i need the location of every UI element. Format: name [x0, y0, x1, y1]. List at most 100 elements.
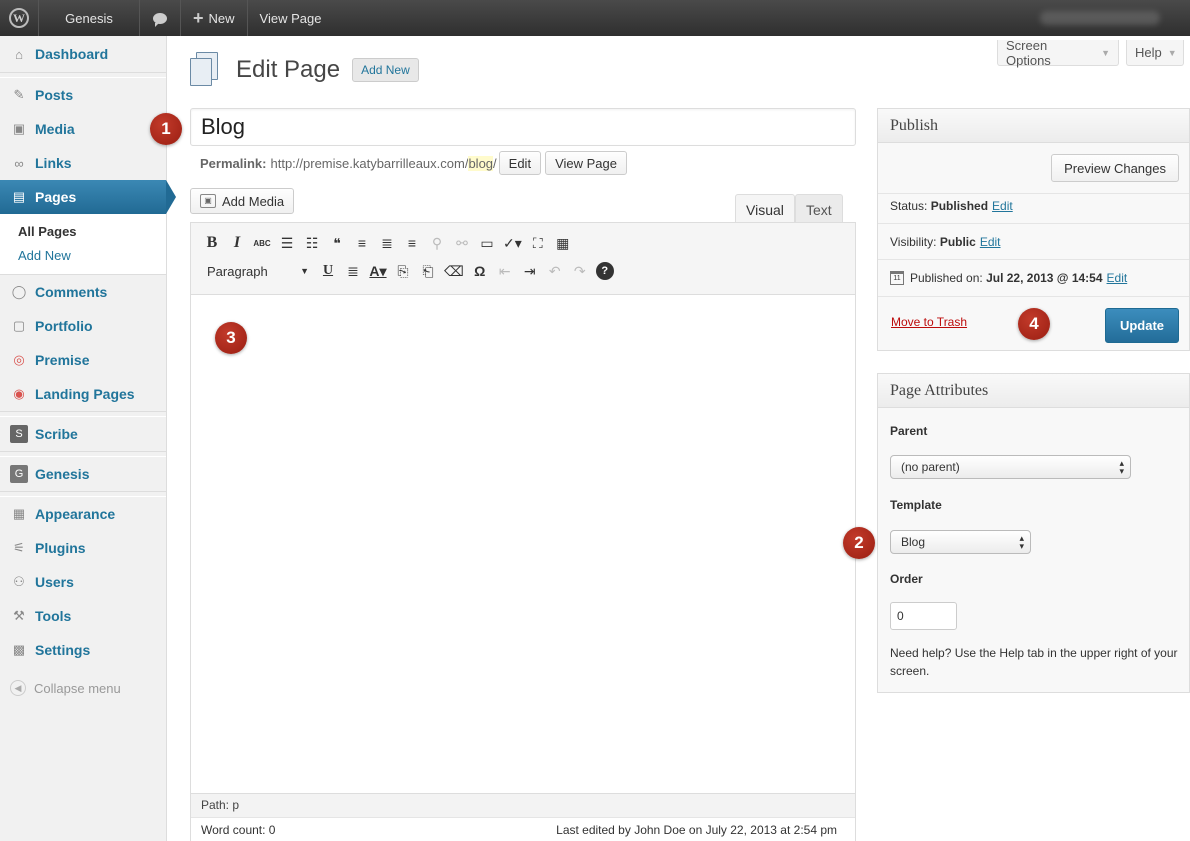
text-color-icon[interactable]: A▾ — [369, 260, 387, 282]
add-new-button[interactable]: Add New — [352, 58, 419, 82]
tab-text[interactable]: Text — [795, 194, 843, 224]
word-count: Word count: 0 — [201, 822, 276, 837]
comment-bubble-icon — [153, 12, 167, 27]
bullet-list-icon[interactable]: ☰ — [278, 232, 296, 254]
special-character-icon[interactable]: Ω — [471, 260, 489, 282]
fullscreen-icon[interactable]: ⛶ — [529, 232, 547, 254]
edit-status-link[interactable]: Edit — [992, 199, 1013, 213]
menu-plugins[interactable]: ⚟ Plugins — [0, 531, 166, 565]
premise-icon: ◎ — [13, 352, 25, 367]
strikethrough-icon[interactable]: ABC — [253, 232, 271, 254]
edit-permalink-button[interactable]: Edit — [498, 151, 542, 175]
calendar-icon: 11 — [890, 271, 904, 285]
paste-word-icon[interactable]: ⎗ — [419, 260, 437, 282]
permalink-slug[interactable]: blog — [468, 155, 494, 171]
menu-pages[interactable]: ▤ Pages — [0, 180, 176, 214]
submenu-all-pages[interactable]: All Pages — [18, 220, 166, 244]
site-name-link[interactable]: Genesis — [39, 0, 139, 36]
align-right-icon[interactable]: ≡ — [403, 232, 421, 254]
menu-premise[interactable]: ◎ Premise — [0, 343, 166, 377]
underline-icon[interactable]: U — [319, 260, 337, 282]
order-input[interactable]: 0 — [890, 602, 957, 630]
bold-icon[interactable]: B — [203, 232, 221, 254]
menu-settings[interactable]: ▩ Settings — [0, 633, 166, 667]
kitchen-sink-icon[interactable]: ▦ — [554, 232, 572, 254]
unlink-icon[interactable]: ⚯ — [453, 232, 471, 254]
publish-box-title[interactable]: Publish — [878, 109, 1189, 143]
menu-landing-pages[interactable]: ◉ Landing Pages — [0, 377, 166, 411]
template-select[interactable]: Blog ▴ ▾ — [890, 530, 1031, 554]
appearance-icon: ▦ — [12, 506, 26, 521]
menu-portfolio[interactable]: ▢ Portfolio — [0, 309, 166, 343]
view-page-button[interactable]: View Page — [545, 151, 627, 175]
editor-path: Path: p — [191, 793, 855, 817]
align-center-icon[interactable]: ≣ — [378, 232, 396, 254]
comments-link[interactable] — [140, 0, 180, 36]
home-icon: ⌂ — [15, 46, 23, 62]
blockquote-icon[interactable]: ❝ — [328, 232, 346, 254]
screen-options-button[interactable]: Screen Options ▼ — [997, 38, 1119, 68]
page-attributes-title[interactable]: Page Attributes — [878, 374, 1189, 408]
submenu-add-new[interactable]: Add New — [18, 244, 166, 268]
collapse-menu-button[interactable]: ◀ Collapse menu — [0, 671, 166, 705]
callout-badge-2: 2 — [843, 527, 875, 559]
menu-dashboard[interactable]: ⌂ Dashboard — [0, 36, 166, 72]
move-to-trash-link[interactable]: Move to Trash — [891, 315, 967, 329]
edit-visibility-link[interactable]: Edit — [980, 235, 1001, 249]
menu-appearance[interactable]: ▦ Appearance — [0, 497, 166, 531]
permalink-base[interactable]: http://premise.katybarrilleaux.com/ — [270, 156, 468, 171]
spellcheck-icon[interactable]: ✓▾ — [503, 232, 522, 254]
menu-media[interactable]: ▣ Media — [0, 112, 166, 146]
paste-text-icon[interactable]: ⎘ — [394, 260, 412, 282]
insert-more-icon[interactable]: ▭ — [478, 232, 496, 254]
wordpress-logo-icon[interactable]: W — [0, 0, 38, 36]
editor-toolbar: B I ABC ☰ ☷ ❝ ≡ ≣ ≡ ⚲ ⚯ ▭ ✓▾ ⛶ ▦ Paragra… — [191, 223, 855, 295]
published-on-row: 11 Published on: Jul 22, 2013 @ 14:54 Edit — [890, 271, 1127, 285]
menu-scribe[interactable]: S Scribe — [0, 417, 166, 451]
content-editor: B I ABC ☰ ☷ ❝ ≡ ≣ ≡ ⚲ ⚯ ▭ ✓▾ ⛶ ▦ Paragra… — [190, 222, 856, 841]
update-button[interactable]: Update — [1105, 308, 1179, 343]
callout-badge-3: 3 — [215, 322, 247, 354]
help-button[interactable]: Help ▼ — [1126, 40, 1184, 66]
format-select[interactable]: Paragraph ▼ — [203, 260, 309, 282]
insert-link-icon[interactable]: ⚲ — [428, 232, 446, 254]
order-label: Order — [890, 572, 923, 586]
tab-visual[interactable]: Visual — [735, 194, 795, 224]
menu-posts[interactable]: ✎ Posts — [0, 78, 166, 112]
new-content-link[interactable]: + New — [181, 0, 247, 36]
menu-tools[interactable]: ⚒ Tools — [0, 599, 166, 633]
editor-content-area[interactable] — [191, 295, 855, 793]
preview-changes-button[interactable]: Preview Changes — [1051, 154, 1179, 182]
numbered-list-icon[interactable]: ☷ — [303, 232, 321, 254]
parent-select[interactable]: (no parent) ▴ ▾ — [890, 455, 1131, 479]
users-icon: ⚇ — [13, 574, 25, 589]
new-label: New — [208, 10, 235, 26]
edit-date-link[interactable]: Edit — [1107, 271, 1128, 285]
justify-icon[interactable]: ≣ — [344, 260, 362, 282]
comment-icon: ◯ — [11, 284, 27, 299]
menu-users[interactable]: ⚇ Users — [0, 565, 166, 599]
media-icon: ▣ — [200, 194, 216, 208]
add-media-button[interactable]: ▣ Add Media — [190, 188, 295, 214]
align-left-icon[interactable]: ≡ — [353, 232, 371, 254]
caret-down-icon: ▼ — [1167, 47, 1177, 58]
view-page-link[interactable]: View Page — [248, 0, 334, 36]
outdent-icon[interactable]: ⇤ — [496, 260, 514, 282]
select-arrows-icon: ▴ ▾ — [1119, 458, 1124, 476]
visibility-row: Visibility: Public Edit — [890, 235, 1001, 249]
help-icon[interactable]: ? — [595, 262, 614, 280]
clear-formatting-icon[interactable]: ⌫ — [444, 260, 464, 282]
redo-icon[interactable]: ↷ — [571, 260, 589, 282]
undo-icon[interactable]: ↶ — [546, 260, 564, 282]
callout-badge-4: 4 — [1018, 308, 1050, 340]
indent-icon[interactable]: ⇥ — [521, 260, 539, 282]
permalink-trail: / — [493, 155, 497, 171]
menu-comments[interactable]: ◯ Comments — [0, 275, 166, 309]
menu-links[interactable]: ∞ Links — [0, 146, 166, 180]
callout-badge-1: 1 — [150, 113, 182, 145]
italic-icon[interactable]: I — [228, 232, 246, 254]
blurred-account-area[interactable] — [1040, 11, 1160, 25]
menu-genesis[interactable]: G Genesis — [0, 457, 166, 491]
post-title-input[interactable]: Blog — [190, 108, 856, 146]
settings-icon: ▩ — [12, 642, 26, 657]
